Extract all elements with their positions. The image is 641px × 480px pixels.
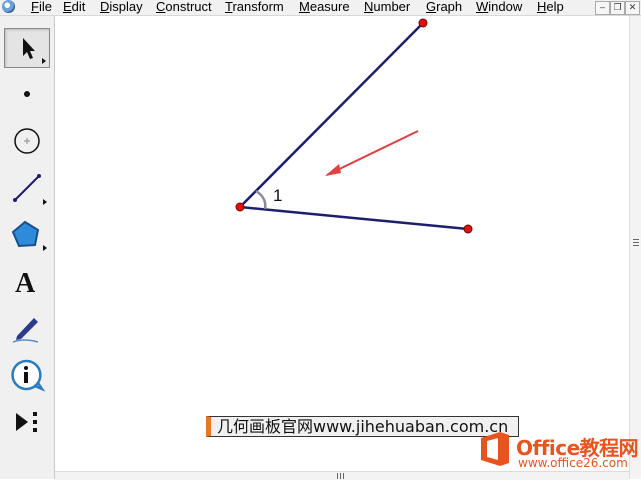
vertical-scrollbar[interactable] [629, 16, 641, 479]
vertex-point[interactable] [235, 202, 245, 212]
arrow-selection-tool[interactable] [4, 28, 50, 68]
minimize-icon[interactable]: – [595, 1, 610, 15]
menu-measure[interactable]: Measure [299, 0, 350, 14]
endpoint-upper[interactable] [418, 18, 428, 28]
annotation-arrow [326, 130, 419, 176]
sketch-canvas[interactable]: 1 [55, 16, 629, 471]
tool-submenu-arrow-icon [43, 199, 47, 205]
close-icon[interactable]: ✕ [625, 1, 640, 15]
endpoint-lower[interactable] [463, 224, 473, 234]
tool-submenu-arrow-icon [42, 58, 46, 64]
tool-submenu-arrow-icon [43, 245, 47, 251]
menu-transform[interactable]: Transform [225, 0, 284, 14]
geometry-drawing: 1 [235, 18, 473, 234]
office-logo: Office教程网 www.office26.com [478, 428, 641, 479]
toolbox: A [0, 16, 55, 479]
scroll-grip-icon [337, 473, 345, 479]
point-tool-icon [24, 91, 30, 97]
website-caption: 几何画板官网www.jihehuaban.com.cn [206, 416, 519, 437]
information-tool-icon [11, 359, 46, 392]
segment-ray-lower[interactable] [239, 205, 469, 231]
segment-ray-upper[interactable] [239, 22, 424, 208]
custom-tools[interactable] [4, 401, 50, 441]
menu-construct[interactable]: Construct [156, 0, 212, 14]
straightedge-tool[interactable] [4, 168, 50, 208]
menu-edit[interactable]: Edit [63, 0, 85, 14]
text-tool-glyph: A [15, 268, 36, 299]
text-tool-icon: A [15, 268, 36, 299]
app-icon[interactable] [2, 0, 15, 13]
text-tool[interactable]: A [4, 261, 50, 301]
scroll-grip-icon [633, 239, 639, 247]
menu-help[interactable]: Help [537, 0, 564, 14]
restore-icon[interactable]: ❐ [610, 1, 625, 15]
menu-file[interactable]: File [31, 0, 52, 14]
compass-tool[interactable] [4, 121, 50, 161]
information-tool[interactable] [4, 355, 50, 395]
angle-label[interactable]: 1 [273, 186, 282, 205]
marker-tool-icon [12, 318, 39, 343]
office-logo-icon [481, 432, 509, 466]
compass-tool-icon [14, 128, 40, 154]
menu-display[interactable]: Display [100, 0, 143, 14]
logo-url-text: www.office26.com [518, 456, 628, 470]
annotation-arrowhead-icon [325, 164, 341, 176]
point-tool[interactable] [4, 74, 50, 114]
menu-window[interactable]: Window [476, 0, 522, 14]
polygon-tool[interactable] [4, 214, 50, 254]
menu-graph[interactable]: Graph [426, 0, 462, 14]
angle-marker[interactable] [255, 189, 267, 210]
custom-tools-icon [16, 412, 37, 432]
menu-number[interactable]: Number [364, 0, 410, 14]
marker-tool[interactable] [4, 308, 50, 348]
menu-bar: File Edit Display Construct Transform Me… [0, 0, 641, 16]
